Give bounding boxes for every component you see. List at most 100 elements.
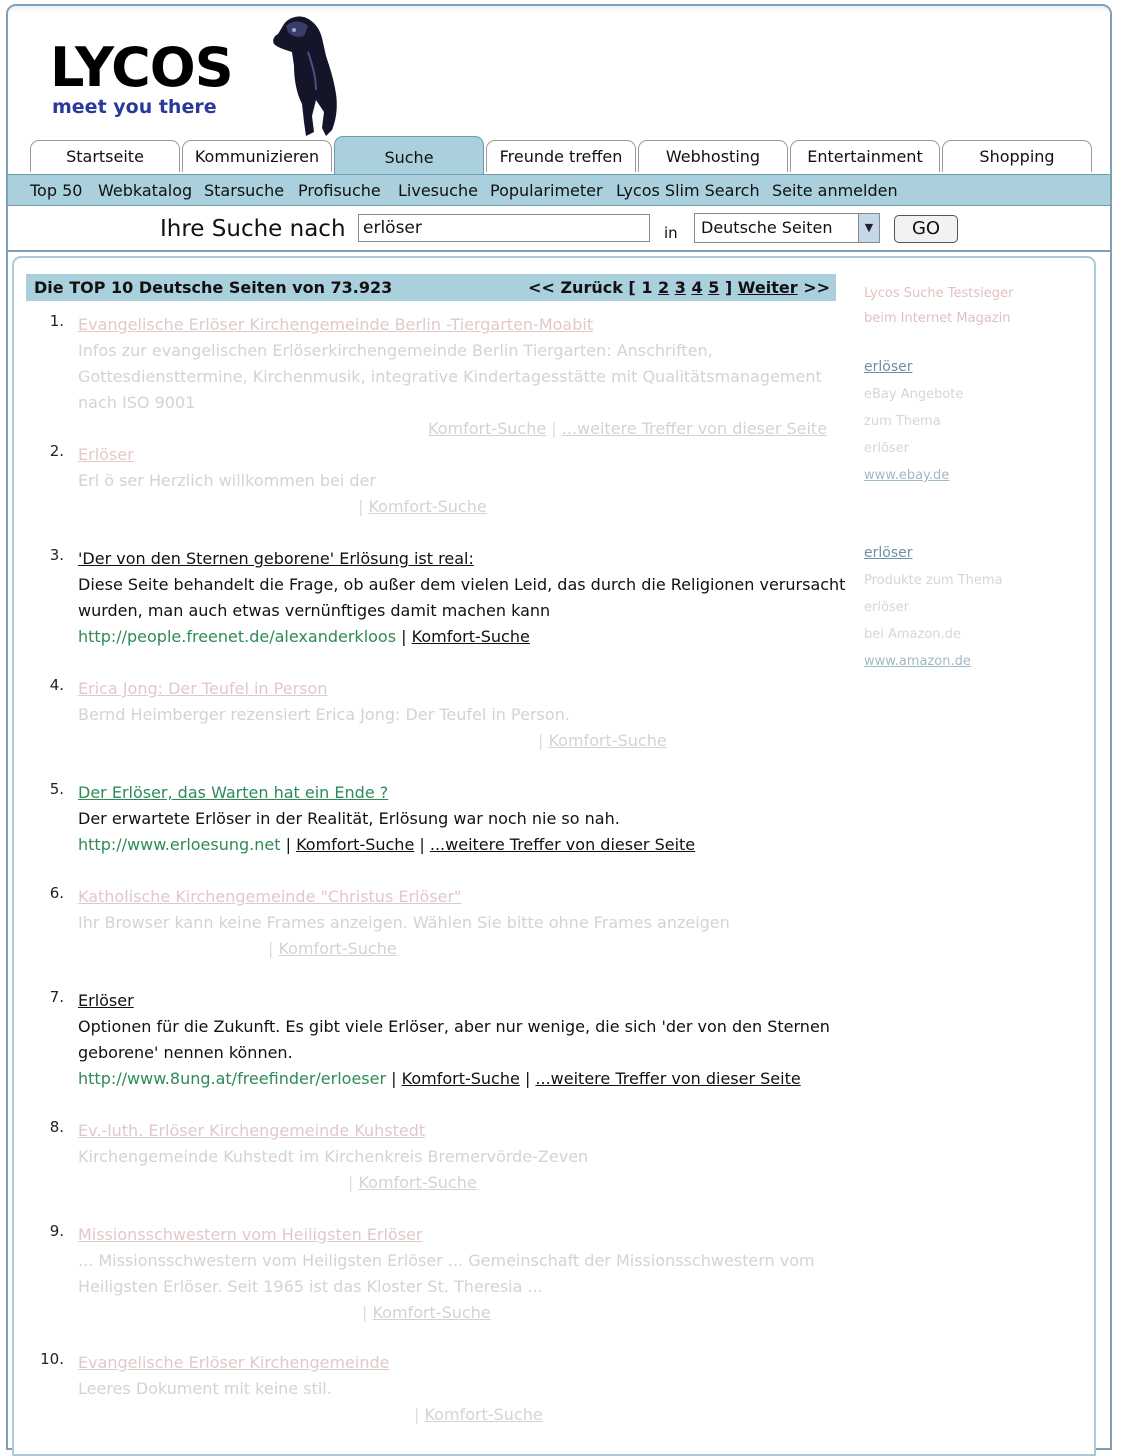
award-line-1[interactable]: Lycos Suche Testsieger [864, 280, 1074, 307]
tab-kommunizieren[interactable]: Kommunizieren [182, 140, 332, 172]
award-line-2[interactable]: beim Internet Magazin [864, 305, 1074, 332]
amazon-line-1: Produkte zum Thema [864, 573, 1003, 588]
weitere-treffer-link[interactable]: ...weitere Treffer von dieser Seite [562, 419, 827, 438]
komfort-suche-link[interactable]: Komfort-Suche [424, 1405, 542, 1424]
ebay-heading-link[interactable]: erlöser [864, 354, 1074, 381]
tab-shopping[interactable]: Shopping [942, 140, 1092, 172]
page-4-link[interactable]: 4 [691, 278, 702, 297]
result-number: 8. [49, 1118, 64, 1136]
subnav-livesuche[interactable]: Livesuche [398, 181, 478, 200]
amazon-line-2: erlöser [864, 600, 910, 615]
ebay-line-1: eBay Angebote [864, 387, 964, 402]
sidebar-award: Lycos Suche Testsieger beim Internet Mag… [864, 280, 1074, 332]
result-url[interactable]: http://people.freenet.de/alexanderkloos [78, 627, 396, 646]
result-number: 2. [49, 442, 64, 460]
ebay-link[interactable]: www.ebay.de [864, 462, 1074, 489]
pagination: << Zurück [ 1 2 3 4 5 ] Weiter >> [528, 278, 830, 297]
page-3-link[interactable]: 3 [675, 278, 686, 297]
lycos-logo[interactable]: LYCOS [50, 38, 234, 98]
result-description: Erl ö ser Herzlich willkommen bei der [78, 471, 376, 490]
pager-open-bracket: [ [628, 278, 636, 297]
scope-select[interactable]: Deutsche Seiten ▼ [694, 213, 880, 243]
top-strip [8, 6, 1110, 12]
subnav-starsuche[interactable]: Starsuche [204, 181, 284, 200]
results-count-title: Die TOP 10 Deutsche Seiten von 73.923 [34, 278, 393, 297]
tab-entertainment[interactable]: Entertainment [790, 140, 940, 172]
komfort-suche-link[interactable]: Komfort-Suche [428, 419, 546, 438]
search-input[interactable] [358, 214, 650, 242]
result-description: Optionen für die Zukunft. Es gibt viele … [78, 1017, 830, 1062]
result-description: Bernd Heimberger rezensiert Erica Jong: … [78, 705, 570, 724]
amazon-line-3: bei Amazon.de [864, 627, 961, 642]
subnav-webkatalog[interactable]: Webkatalog [98, 181, 192, 200]
result-number: 7. [49, 988, 64, 1006]
ebay-line-2: zum Thema [864, 414, 941, 429]
subnav-profisuche[interactable]: Profisuche [298, 181, 381, 200]
logo-tagline: meet you there [52, 96, 217, 118]
komfort-suche-link[interactable]: Komfort-Suche [548, 731, 666, 750]
result-number: 5. [49, 780, 64, 798]
result-title-link[interactable]: Erica Jong: Der Teufel in Person [78, 676, 850, 702]
result-number: 4. [49, 676, 64, 694]
result-title-link[interactable]: Ev.-luth. Erlöser Kirchengemeinde Kuhste… [78, 1118, 850, 1144]
result-description: Ihr Browser kann keine Frames anzeigen. … [78, 913, 730, 932]
result-url[interactable]: http://www.erloesung.net [78, 835, 281, 854]
search-bar: Ihre Suche nach in Deutsche Seiten ▼ GO [8, 206, 1110, 252]
amazon-heading-link[interactable]: erlöser [864, 540, 1074, 567]
result-title-link[interactable]: Katholische Kirchengemeinde "Christus Er… [78, 884, 850, 910]
ebay-line-3: erlöser [864, 441, 910, 456]
tab-freunde-treffen[interactable]: Freunde treffen [486, 140, 636, 172]
result-url[interactable]: http://www.8ung.at/freefinder/erloeser [78, 1069, 386, 1088]
result-number: 9. [49, 1222, 64, 1240]
result-title-link[interactable]: 'Der von den Sternen geborene' Erlösung … [78, 546, 850, 572]
go-button[interactable]: GO [894, 215, 958, 243]
subnav-popularimeter[interactable]: Popularimeter [490, 181, 603, 200]
weitere-treffer-link[interactable]: ...weitere Treffer von dieser Seite [430, 835, 695, 854]
result-title-link[interactable]: Evangelische Erlöser Kirchengemeinde [78, 1350, 850, 1376]
weitere-treffer-link[interactable]: ...weitere Treffer von dieser Seite [535, 1069, 800, 1088]
result-number: 1. [49, 312, 64, 330]
amazon-link[interactable]: www.amazon.de [864, 648, 1074, 675]
komfort-suche-link[interactable]: Komfort-Suche [402, 1069, 520, 1088]
result-title-link[interactable]: Missionsschwestern vom Heiligsten Erlöse… [78, 1222, 850, 1248]
subnav-top50[interactable]: Top 50 [30, 181, 82, 200]
result-title-link[interactable]: Evangelische Erlöser Kirchengemeinde Ber… [78, 312, 850, 338]
komfort-suche-link[interactable]: Komfort-Suche [412, 627, 530, 646]
next-link[interactable]: Weiter [738, 278, 798, 297]
subnav-seite-anmelden[interactable]: Seite anmelden [772, 181, 898, 200]
next-arrow[interactable]: >> [803, 278, 830, 297]
result-number: 3. [49, 546, 64, 564]
komfort-suche-link[interactable]: Komfort-Suche [368, 497, 486, 516]
result-description: ... Missionsschwestern vom Heiligsten Er… [78, 1251, 815, 1296]
result-title-link[interactable]: Der Erlöser, das Warten hat ein Ende ? [78, 780, 850, 806]
result-title-link[interactable]: Erlöser [78, 988, 850, 1014]
sidebar-ebay: erlöser eBay Angebote zum Thema erlöser … [864, 354, 1074, 489]
result-title-link[interactable]: Erlöser [78, 442, 850, 468]
result-description: Leeres Dokument mit keine stil. [78, 1379, 332, 1398]
komfort-suche-link[interactable]: Komfort-Suche [296, 835, 414, 854]
komfort-suche-link[interactable]: Komfort-Suche [358, 1173, 476, 1192]
tab-webhosting[interactable]: Webhosting [638, 140, 788, 172]
page-5-link[interactable]: 5 [708, 278, 719, 297]
komfort-suche-link[interactable]: Komfort-Suche [372, 1303, 490, 1322]
result-description: Infos zur evangelischen Erlöserkirchenge… [78, 341, 822, 412]
result-number: 6. [49, 884, 64, 902]
result-description: Der erwartete Erlöser in der Realität, E… [78, 809, 620, 828]
lycos-dog-logo-icon [273, 16, 337, 136]
scope-select-value: Deutsche Seiten [701, 218, 833, 237]
main-tabs: Startseite Kommunizieren Suche Freunde t… [8, 136, 1110, 174]
page-2-link[interactable]: 2 [658, 278, 669, 297]
sub-navigation: Top 50 Webkatalog Starsuche Profisuche L… [8, 174, 1110, 206]
page-1-current: 1 [641, 278, 653, 297]
chevron-down-icon[interactable]: ▼ [858, 214, 879, 242]
pager-close-bracket: ] [724, 278, 733, 297]
tab-suche[interactable]: Suche [334, 136, 484, 174]
search-label: Ihre Suche nach [160, 216, 346, 242]
subnav-lycos-slim-search[interactable]: Lycos Slim Search [616, 181, 760, 200]
in-label: in [664, 224, 678, 242]
tab-startseite[interactable]: Startseite [30, 140, 180, 172]
prev-link[interactable]: << Zurück [528, 278, 623, 297]
sidebar-amazon: erlöser Produkte zum Thema erlöser bei A… [864, 540, 1074, 675]
results-header: Die TOP 10 Deutsche Seiten von 73.923 <<… [26, 274, 836, 301]
komfort-suche-link[interactable]: Komfort-Suche [278, 939, 396, 958]
